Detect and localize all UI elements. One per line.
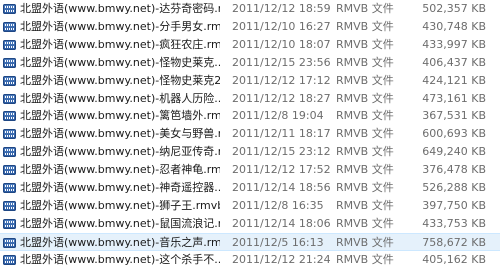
file-size: 376,478 KB: [422, 163, 486, 177]
file-row[interactable]: 北盟外语(www.bmwy.net)-怪物史莱克2.... 2011/12/12 …: [0, 72, 500, 90]
file-name: 北盟外语(www.bmwy.net)-神奇遥控器....: [20, 181, 220, 194]
file-size: 397,750 KB: [422, 198, 486, 212]
file-name: 北盟外语(www.bmwy.net)-达芬奇密码.r...: [20, 2, 220, 15]
file-modified-date: 2011/12/10 16:27: [232, 19, 331, 33]
file-size: 758,672 KB: [422, 235, 486, 249]
file-size: 526,288 KB: [422, 181, 486, 194]
file-type: RMVB 文件: [336, 163, 394, 177]
file-row[interactable]: 北盟外语(www.bmwy.net)-狮子王.rmvb 2011/12/8 16:…: [0, 197, 500, 215]
file-modified-date: 2011/12/11 18:17: [232, 127, 331, 141]
video-file-icon: [3, 183, 16, 193]
file-row[interactable]: 北盟外语(www.bmwy.net)-疯狂农庄.rm... 2011/12/10 …: [0, 36, 500, 54]
video-file-icon: [3, 93, 16, 104]
file-size: 433,753 KB: [422, 216, 486, 230]
file-type: RMVB 文件: [336, 181, 394, 194]
file-size: 600,693 KB: [422, 127, 486, 141]
file-type: RMVB 文件: [336, 37, 394, 51]
file-modified-date: 2011/12/12 18:27: [232, 91, 331, 105]
file-row[interactable]: 北盟外语(www.bmwy.net)-机器人历险.... 2011/12/12 1…: [0, 90, 500, 108]
file-type: RMVB 文件: [336, 252, 394, 266]
video-file-icon: [3, 165, 16, 176]
file-name: 北盟外语(www.bmwy.net)-分手男女.rm...: [20, 19, 220, 33]
file-row[interactable]: 北盟外语(www.bmwy.net)-忍者神龟.rm... 2011/12/12 …: [0, 161, 500, 179]
file-modified-date: 2011/12/14 18:56: [232, 181, 331, 194]
file-name: 北盟外语(www.bmwy.net)-鼠国流浪记.r...: [20, 216, 220, 230]
file-name: 北盟外语(www.bmwy.net)-疯狂农庄.rm...: [20, 37, 220, 51]
file-modified-date: 2011/12/8 16:35: [232, 198, 324, 212]
file-name: 北盟外语(www.bmwy.net)-这个杀手不....: [20, 252, 220, 266]
video-file-icon: [3, 4, 16, 14]
file-row[interactable]: 北盟外语(www.bmwy.net)-篱笆墙外.rm... 2011/12/8 1…: [0, 107, 500, 125]
file-row[interactable]: 北盟外语(www.bmwy.net)-神奇遥控器.... 2011/12/14 1…: [0, 179, 500, 197]
file-type: RMVB 文件: [336, 235, 394, 249]
file-size: 406,437 KB: [422, 55, 486, 69]
file-modified-date: 2011/12/14 18:06: [232, 216, 331, 230]
file-size: 430,748 KB: [422, 19, 486, 33]
file-type: RMVB 文件: [336, 198, 394, 212]
file-row[interactable]: 北盟外语(www.bmwy.net)-音乐之声.rm... 2011/12/5 1…: [0, 232, 500, 251]
video-file-icon: [3, 75, 16, 86]
video-file-icon: [3, 21, 16, 32]
file-size: 433,997 KB: [422, 37, 486, 51]
file-name: 北盟外语(www.bmwy.net)-机器人历险....: [20, 91, 220, 105]
file-type: RMVB 文件: [336, 216, 394, 230]
file-type: RMVB 文件: [336, 91, 394, 105]
video-file-icon: [3, 218, 16, 229]
file-size: 367,531 KB: [422, 109, 486, 123]
file-modified-date: 2011/12/15 23:56: [232, 55, 331, 69]
file-type: RMVB 文件: [336, 19, 394, 33]
file-name: 北盟外语(www.bmwy.net)-纳尼亚传奇.r...: [20, 145, 220, 159]
file-row[interactable]: 北盟外语(www.bmwy.net)-纳尼亚传奇.r... 2011/12/15 …: [0, 143, 500, 161]
file-name: 北盟外语(www.bmwy.net)-美女与野兽.r...: [20, 127, 220, 141]
file-row[interactable]: 北盟外语(www.bmwy.net)-达芬奇密码.r... 2011/12/12 …: [0, 0, 500, 18]
file-size: 405,162 KB: [422, 252, 486, 266]
file-modified-date: 2011/12/10 18:07: [232, 37, 331, 51]
video-file-icon: [3, 57, 16, 68]
file-type: RMVB 文件: [336, 145, 394, 159]
file-row[interactable]: 北盟外语(www.bmwy.net)-分手男女.rm... 2011/12/10 …: [0, 18, 500, 36]
file-list: 北盟外语(www.bmwy.net)-达芬奇密码.r... 2011/12/12 …: [0, 0, 500, 269]
file-row[interactable]: 北盟外语(www.bmwy.net)-美女与野兽.r... 2011/12/11 …: [0, 125, 500, 143]
file-size: 473,161 KB: [422, 91, 486, 105]
video-file-icon: [3, 129, 16, 140]
video-file-icon: [3, 39, 16, 50]
video-file-icon: [3, 147, 16, 158]
file-type: RMVB 文件: [336, 109, 394, 123]
file-name: 北盟外语(www.bmwy.net)-音乐之声.rm...: [20, 235, 220, 249]
file-size: 424,121 KB: [422, 73, 486, 87]
file-modified-date: 2011/12/15 23:12: [232, 145, 331, 159]
video-file-icon: [3, 254, 16, 265]
file-size: 649,240 KB: [422, 145, 486, 159]
video-file-icon: [3, 200, 16, 211]
file-modified-date: 2011/12/12 21:24: [232, 252, 331, 266]
file-modified-date: 2011/12/5 16:13: [232, 235, 324, 249]
file-row[interactable]: 北盟外语(www.bmwy.net)-鼠国流浪记.r... 2011/12/14 …: [0, 215, 500, 233]
file-row[interactable]: 北盟外语(www.bmwy.net)-怪物史莱克.... 2011/12/15 2…: [0, 54, 500, 72]
video-file-icon: [3, 111, 16, 122]
file-modified-date: 2011/12/12 17:12: [232, 73, 331, 87]
file-name: 北盟外语(www.bmwy.net)-篱笆墙外.rm...: [20, 109, 220, 123]
video-file-icon: [3, 237, 16, 248]
file-type: RMVB 文件: [336, 55, 394, 69]
file-name: 北盟外语(www.bmwy.net)-怪物史莱克2....: [20, 73, 220, 87]
file-modified-date: 2011/12/12 17:52: [232, 163, 331, 177]
file-size: 502,357 KB: [422, 2, 486, 15]
file-name: 北盟外语(www.bmwy.net)-狮子王.rmvb: [20, 198, 220, 212]
file-name: 北盟外语(www.bmwy.net)-怪物史莱克....: [20, 55, 220, 69]
file-modified-date: 2011/12/12 18:59: [232, 2, 331, 15]
file-modified-date: 2011/12/8 19:04: [232, 109, 324, 123]
file-type: RMVB 文件: [336, 127, 394, 141]
file-type: RMVB 文件: [336, 73, 394, 87]
file-row[interactable]: 北盟外语(www.bmwy.net)-这个杀手不.... 2011/12/12 2…: [0, 251, 500, 269]
file-type: RMVB 文件: [336, 2, 394, 15]
file-name: 北盟外语(www.bmwy.net)-忍者神龟.rm...: [20, 163, 220, 177]
